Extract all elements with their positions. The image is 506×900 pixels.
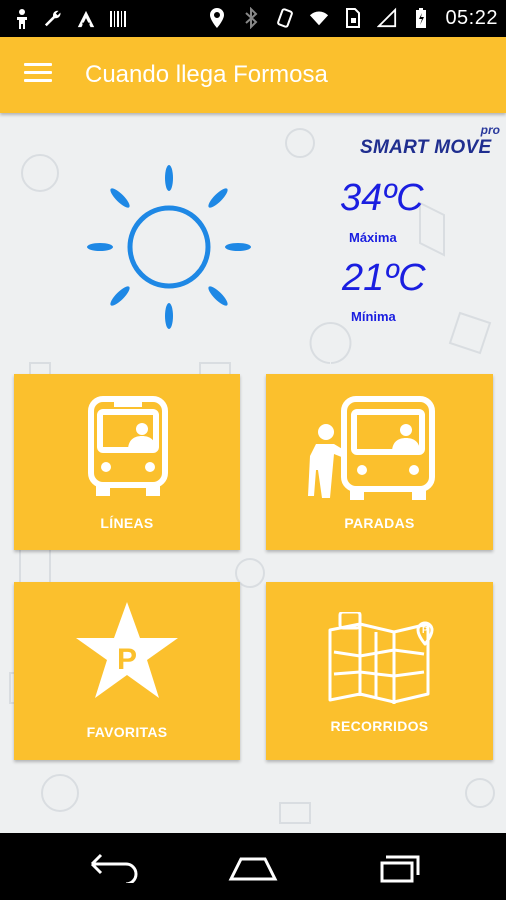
route-map-icon: P	[328, 612, 434, 704]
wifi-icon	[309, 6, 329, 30]
android-debug-icon	[76, 7, 96, 31]
min-temperature-label: Mínima	[351, 309, 396, 324]
svg-text:P: P	[117, 643, 137, 676]
max-temperature: 34ºC	[340, 177, 424, 219]
logo-text: SMART MOVE	[360, 137, 492, 158]
home-icon[interactable]	[225, 851, 281, 885]
wrench-icon	[44, 7, 64, 31]
tile-paradas[interactable]: PARADAS	[266, 374, 493, 550]
navigation-bar	[0, 833, 506, 900]
location-icon	[207, 6, 227, 30]
tile-favoritas[interactable]: P FAVORITAS	[14, 582, 240, 760]
bus-stop-icon	[308, 396, 435, 500]
bluetooth-icon	[241, 6, 261, 30]
back-icon[interactable]	[86, 851, 142, 885]
barcode-icon	[108, 7, 128, 31]
accessibility-icon	[12, 7, 32, 31]
max-temperature-label: Máxima	[349, 230, 397, 245]
tile-label-favoritas: FAVORITAS	[86, 724, 168, 740]
svg-text:P: P	[422, 625, 428, 635]
app-title: Cuando llega Formosa	[85, 61, 328, 88]
min-temperature: 21ºC	[342, 257, 426, 299]
bus-icon	[88, 396, 168, 496]
sim-icon	[343, 6, 363, 30]
rotate-icon	[275, 6, 295, 30]
smart-move-logo: pro SMART MOVE	[358, 123, 504, 163]
status-bar: 05:22	[0, 0, 506, 37]
tile-label-paradas: PARADAS	[344, 515, 415, 531]
tile-recorridos[interactable]: P RECORRIDOS	[266, 582, 493, 760]
recents-icon[interactable]	[368, 851, 424, 885]
logo-badge: pro	[480, 123, 500, 137]
signal-icon	[377, 6, 397, 30]
sun-icon	[87, 165, 251, 329]
hamburger-menu-icon[interactable]	[24, 63, 52, 85]
star-parking-icon: P	[76, 602, 178, 698]
tile-label-lineas: LÍNEAS	[100, 515, 154, 531]
status-time: 05:22	[445, 6, 498, 29]
app-bar: Cuando llega Formosa	[0, 37, 506, 113]
tile-label-recorridos: RECORRIDOS	[330, 718, 429, 734]
main-content: pro SMART MOVE 34ºC Máxima 21ºC Mínima L…	[0, 113, 506, 833]
tile-lineas[interactable]: LÍNEAS	[14, 374, 240, 550]
battery-icon	[411, 6, 431, 30]
